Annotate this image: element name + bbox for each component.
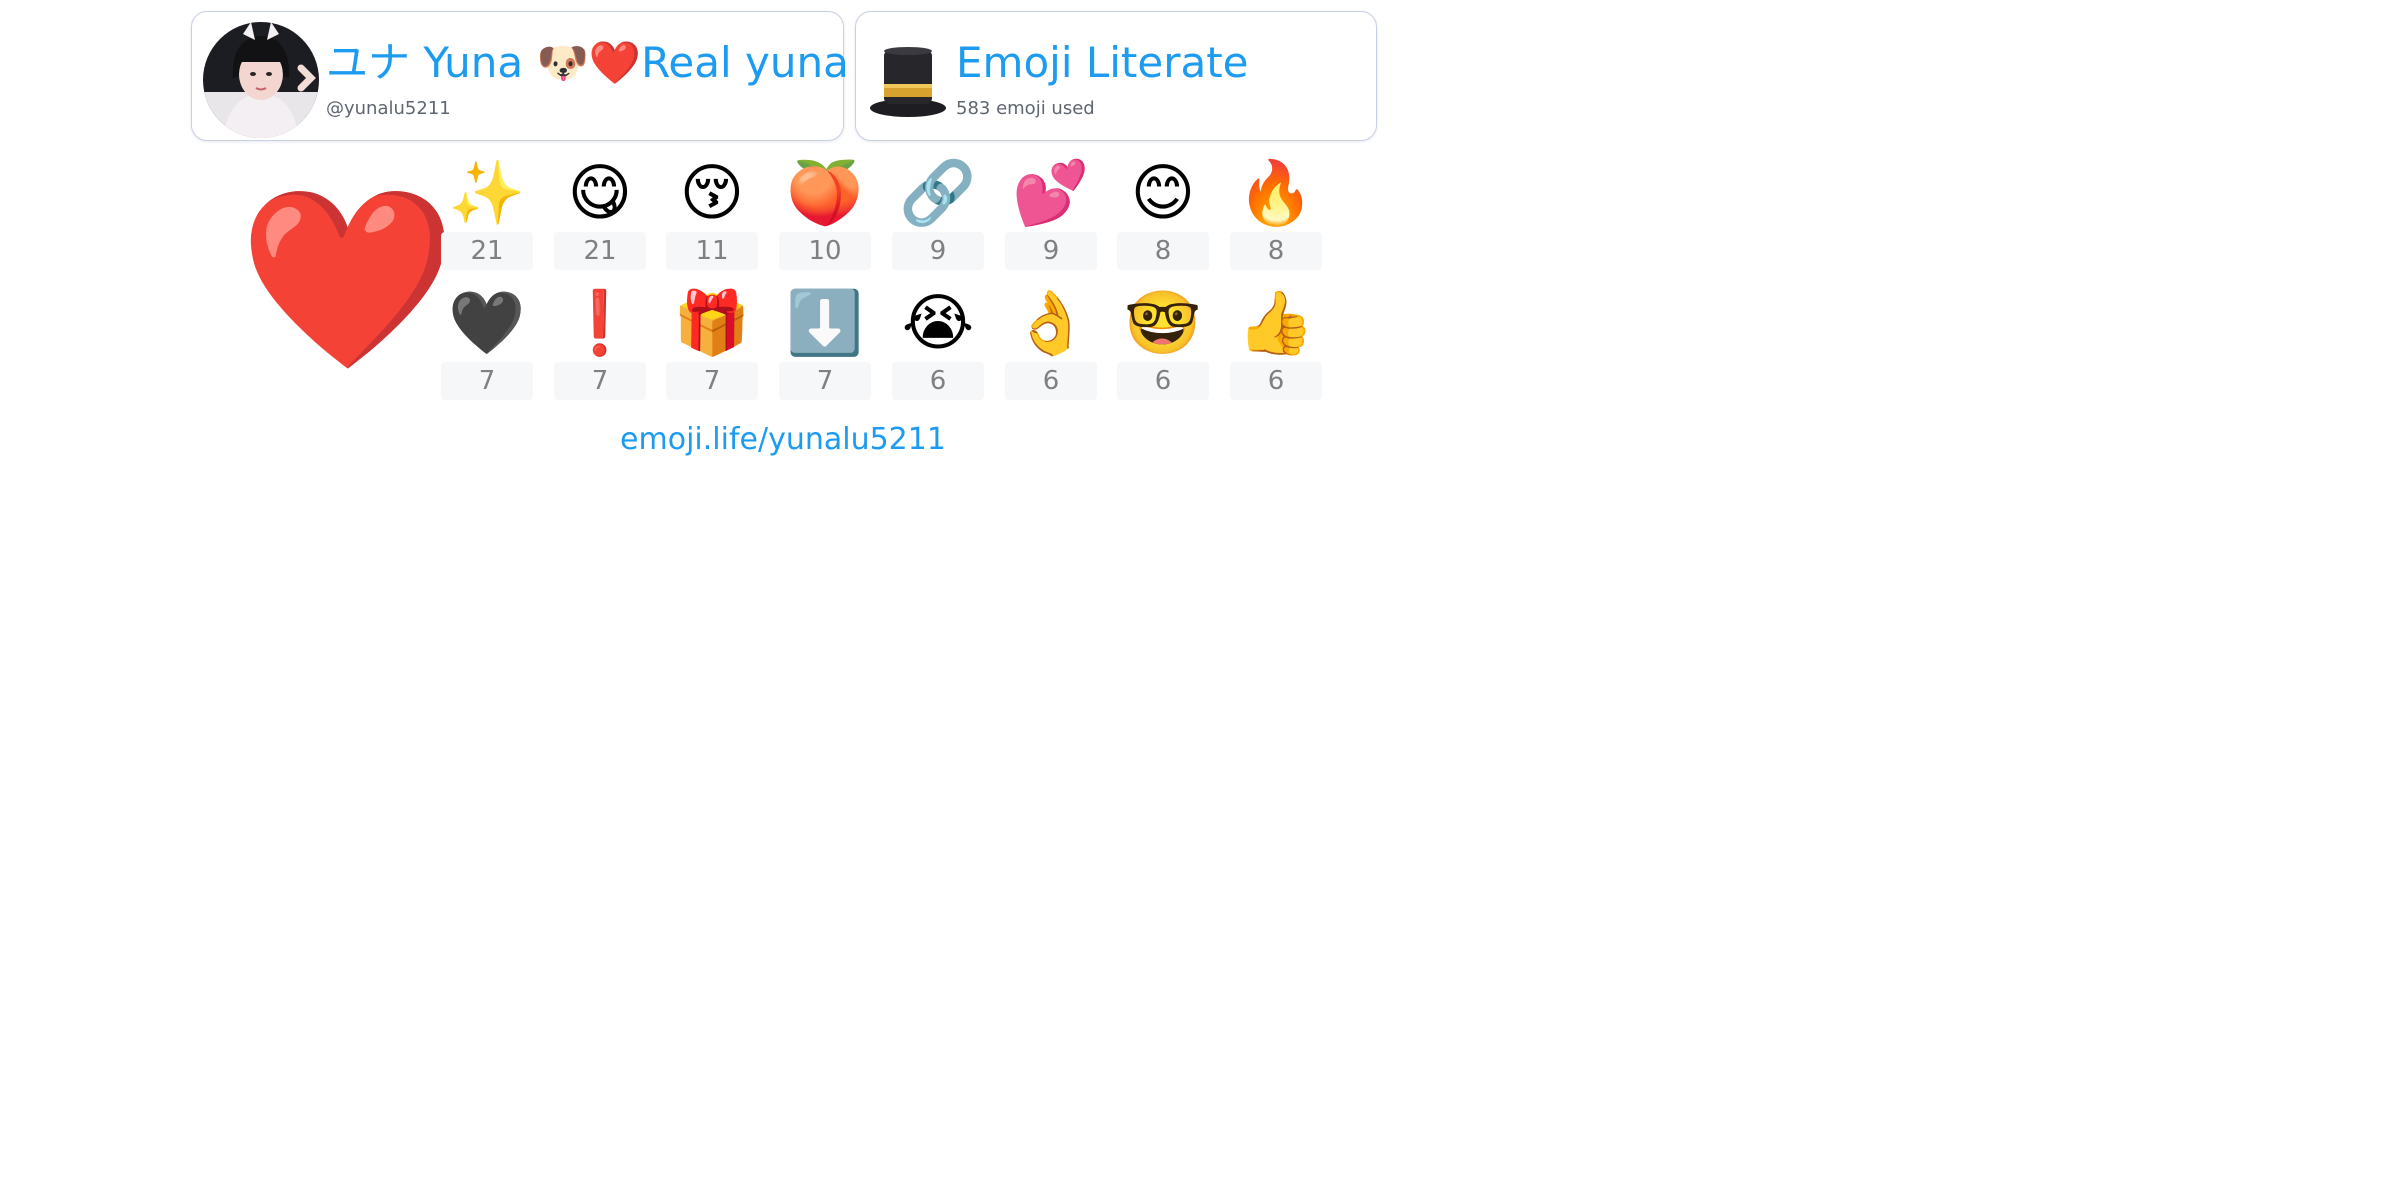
emoji-count: 7 bbox=[441, 362, 533, 400]
ok-hand-icon: 👌 bbox=[1012, 286, 1090, 359]
emoji-stat-item: ❗ 7 bbox=[554, 284, 646, 402]
emoji-count: 8 bbox=[1117, 232, 1209, 270]
link-icon: 🔗 bbox=[899, 156, 977, 229]
emoji-stat-item: 🤓 6 bbox=[1117, 284, 1209, 402]
emoji-count: 8 bbox=[1230, 232, 1322, 270]
avatar-image bbox=[203, 22, 319, 138]
peach-icon: 🍑 bbox=[786, 156, 864, 229]
emoji-count: 9 bbox=[892, 232, 984, 270]
emoji-count: 21 bbox=[554, 232, 646, 270]
emoji-stat-item: 🍑 10 bbox=[779, 154, 871, 272]
black-heart-icon: 🖤 bbox=[448, 286, 526, 359]
profile-link[interactable]: emoji.life/yunalu5211 bbox=[0, 420, 1566, 460]
badge-card: Emoji Literate 583 emoji used bbox=[855, 11, 1377, 141]
emoji-count: 10 bbox=[779, 232, 871, 270]
yum-face-icon: 😋 bbox=[567, 156, 633, 229]
emoji-stat-item: 🎁 7 bbox=[666, 284, 758, 402]
badge-subtitle: 583 emoji used bbox=[956, 98, 1095, 119]
emoji-stat-item: 😋 21 bbox=[554, 154, 646, 272]
sparkles-icon: ✨ bbox=[448, 156, 526, 229]
top-hat-icon bbox=[868, 46, 948, 122]
emoji-count: 9 bbox=[1005, 232, 1097, 270]
profile-card: ユナ Yuna 🐶❤️Real yuna @yunalu5211 bbox=[191, 11, 849, 141]
red-heart-icon: ❤️ bbox=[238, 177, 458, 382]
emoji-count: 7 bbox=[666, 362, 758, 400]
emoji-count: 6 bbox=[1117, 362, 1209, 400]
exclamation-icon: ❗ bbox=[561, 286, 639, 359]
emoji-stat-item: 🔥 8 bbox=[1230, 154, 1322, 272]
avatar[interactable] bbox=[203, 22, 319, 138]
emoji-stat-item: ✨ 21 bbox=[441, 154, 533, 272]
emoji-count: 6 bbox=[1230, 362, 1322, 400]
emoji-count: 6 bbox=[1005, 362, 1097, 400]
down-arrow-icon: ⬇️ bbox=[786, 286, 864, 359]
emoji-count: 6 bbox=[892, 362, 984, 400]
emoji-stat-item: 😊 8 bbox=[1117, 154, 1209, 272]
smiling-face-icon: 😊 bbox=[1130, 156, 1196, 229]
emoji-stat-item: 👍 6 bbox=[1230, 284, 1322, 402]
emoji-count: 11 bbox=[666, 232, 758, 270]
thumbs-up-icon: 👍 bbox=[1237, 286, 1315, 359]
nerd-face-icon: 🤓 bbox=[1124, 286, 1202, 359]
profile-name[interactable]: ユナ Yuna 🐶❤️Real yuna bbox=[326, 38, 849, 88]
badge-title: Emoji Literate bbox=[956, 38, 1249, 87]
emoji-stat-item: 🖤 7 bbox=[441, 284, 533, 402]
emoji-stat-item: 💕 9 bbox=[1005, 154, 1097, 272]
crying-face-icon: 😭 bbox=[901, 286, 975, 359]
emoji-count: 7 bbox=[779, 362, 871, 400]
gift-icon: 🎁 bbox=[673, 286, 751, 359]
emoji-stat-item: 🔗 9 bbox=[892, 154, 984, 272]
emoji-count: 7 bbox=[554, 362, 646, 400]
emoji-count: 21 bbox=[441, 232, 533, 270]
fire-icon: 🔥 bbox=[1237, 156, 1315, 229]
profile-handle[interactable]: @yunalu5211 bbox=[326, 98, 451, 120]
emoji-stat-item: 😭 6 bbox=[892, 284, 984, 402]
two-hearts-icon: 💕 bbox=[1012, 156, 1090, 229]
emoji-stat-item: 👌 6 bbox=[1005, 284, 1097, 402]
emoji-stat-item: 😚 11 bbox=[666, 154, 758, 272]
emoji-stat-item: ⬇️ 7 bbox=[779, 284, 871, 402]
kissing-face-icon: 😚 bbox=[679, 156, 745, 229]
